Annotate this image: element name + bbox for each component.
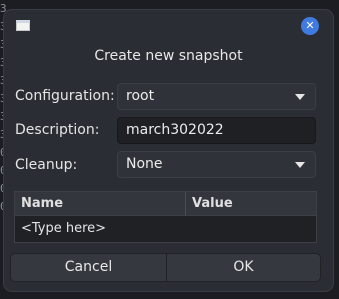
description-value: march302022 — [126, 122, 224, 138]
window-icon — [16, 20, 30, 31]
userdata-table[interactable]: Name Value <Type here> — [14, 191, 317, 243]
create-snapshot-dialog: ✕ Create new snapshot Configuration: roo… — [4, 10, 333, 291]
cleanup-value: None — [126, 156, 163, 172]
column-header-value[interactable]: Value — [192, 196, 233, 211]
cancel-button[interactable]: Cancel — [10, 253, 167, 282]
description-input[interactable]: march302022 — [117, 117, 316, 144]
close-button[interactable]: ✕ — [301, 17, 319, 35]
configuration-select[interactable]: root — [117, 83, 316, 110]
dialog-title: Create new snapshot — [94, 48, 243, 64]
chevron-down-icon — [295, 162, 305, 168]
column-divider[interactable] — [185, 192, 186, 215]
chevron-down-icon — [295, 94, 305, 100]
cleanup-label: Cleanup: — [15, 157, 78, 173]
table-header: Name Value — [15, 192, 316, 216]
screen: 3 3 3 3 3 3 3 3 0 0 0 0 ✕ Create new sna… — [0, 0, 339, 299]
configuration-label: Configuration: — [15, 88, 115, 104]
column-header-name[interactable]: Name — [21, 196, 63, 211]
configuration-value: root — [126, 88, 155, 104]
table-row-placeholder[interactable]: <Type here> — [21, 221, 106, 236]
description-label: Description: — [15, 122, 100, 138]
cleanup-select[interactable]: None — [117, 151, 316, 178]
close-icon: ✕ — [305, 19, 315, 32]
ok-button[interactable]: OK — [166, 253, 321, 282]
